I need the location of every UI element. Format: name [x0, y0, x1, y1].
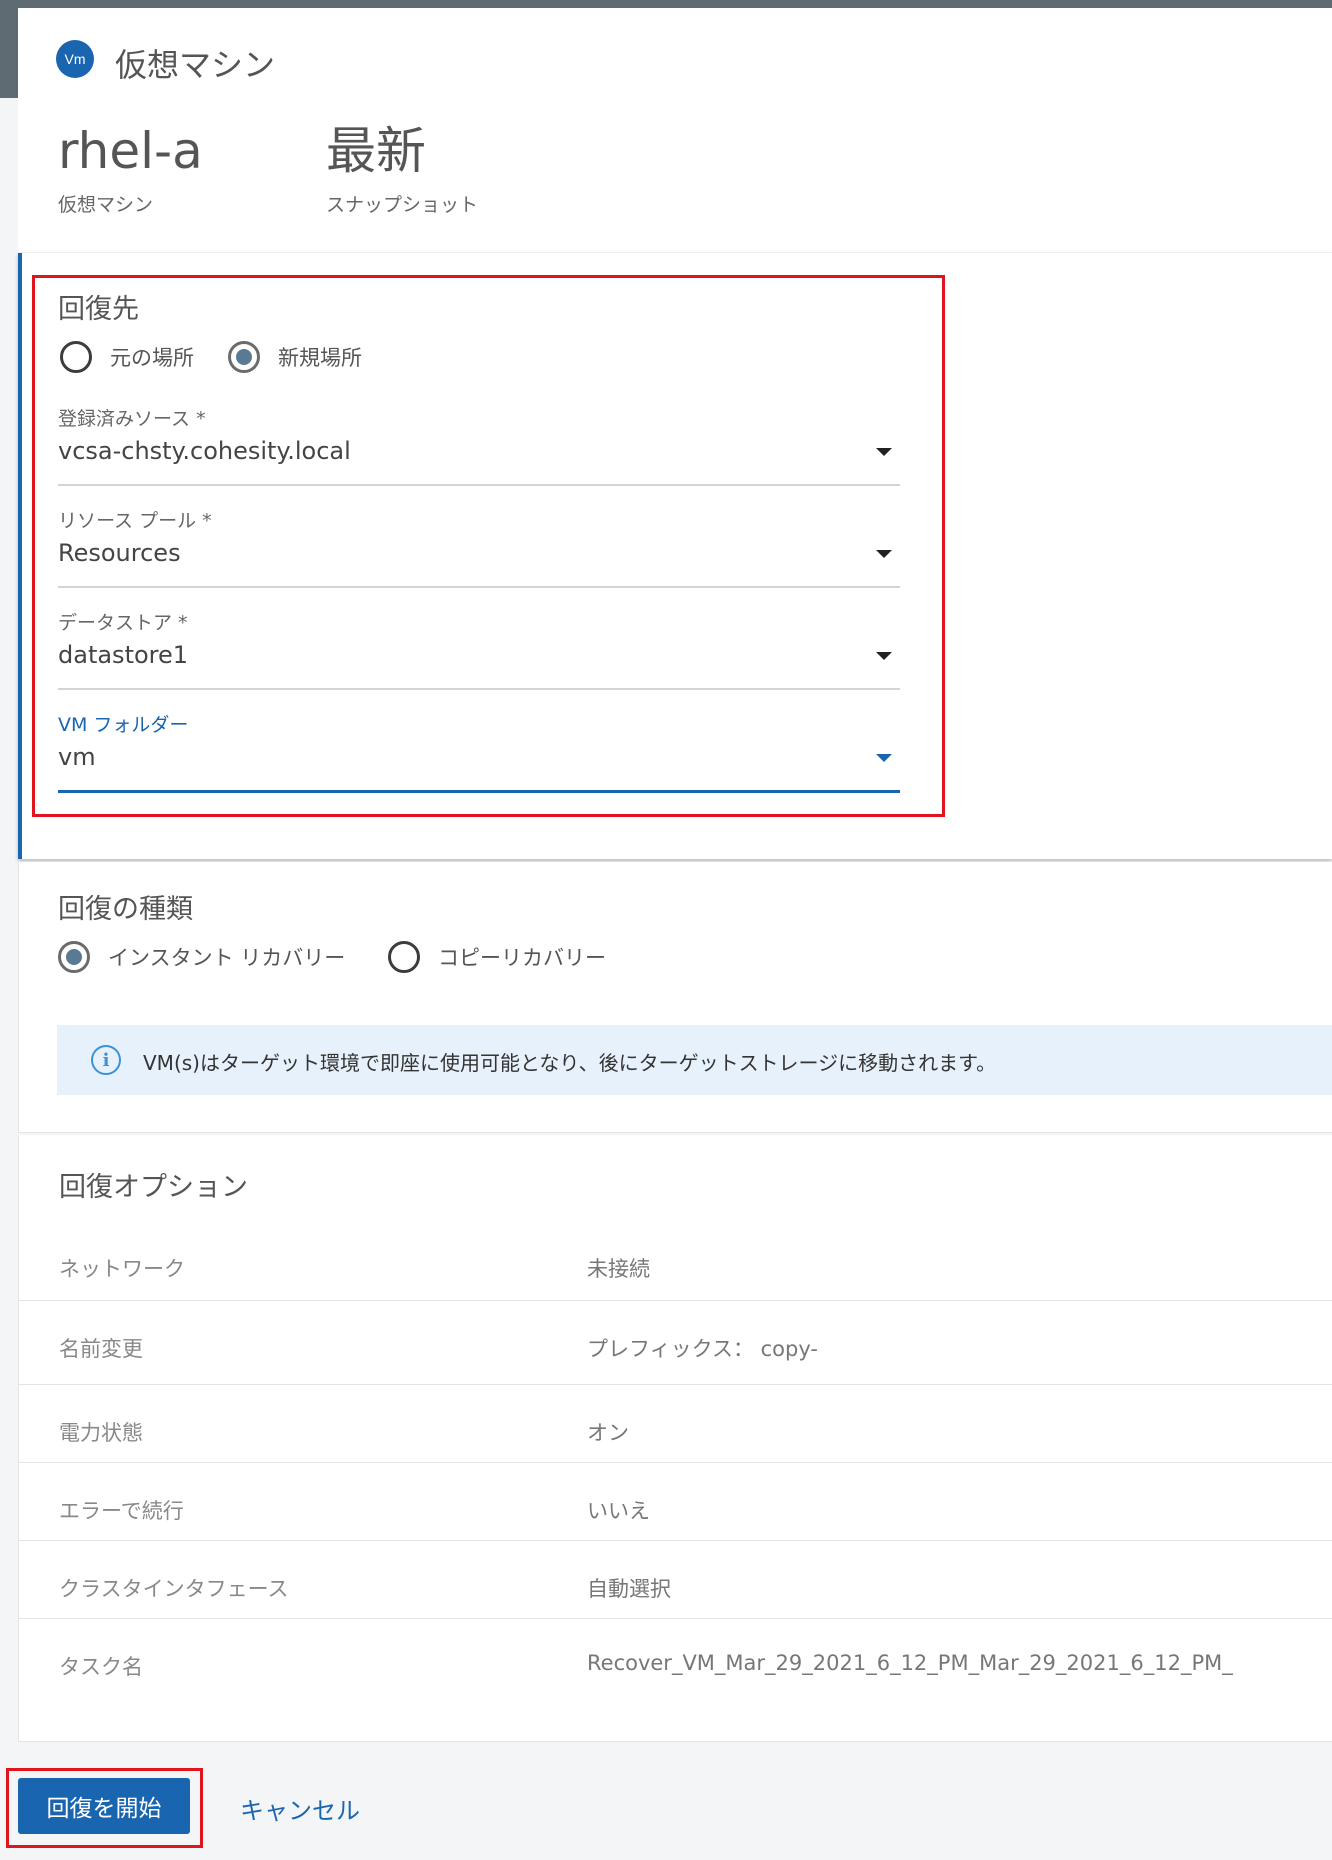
header-card: Vm 仮想マシン rhel-a 仮想マシン 最新 スナップショット	[18, 8, 1332, 252]
recovery-type-title: 回復の種類	[58, 894, 193, 925]
option-row-continue-on-error: エラーで続行 いいえ	[19, 1463, 1332, 1541]
info-banner: i VM(s)はターゲット環境で即座に使用可能となり、後にターゲットストレージに…	[57, 1025, 1332, 1095]
option-value: 自動選択	[587, 1577, 671, 1601]
start-button-highlight-box	[6, 1768, 203, 1848]
option-key: 電力状態	[59, 1421, 143, 1445]
option-row-network: ネットワーク 未接続	[19, 1215, 1332, 1301]
option-row-task-name: タスク名 Recover_VM_Mar_29_2021_6_12_PM_Mar_…	[19, 1619, 1332, 1709]
option-key: ネットワーク	[59, 1257, 185, 1281]
cancel-link[interactable]: キャンセル	[240, 1791, 360, 1826]
option-key: 名前変更	[59, 1337, 143, 1361]
vm-caption: 仮想マシン	[58, 194, 154, 216]
radio-circle-checked[interactable]	[58, 941, 90, 973]
vm-name: rhel-a	[58, 122, 203, 180]
option-key: クラスタインタフェース	[59, 1577, 289, 1601]
option-row-rename: 名前変更 プレフィックス： copy-	[19, 1301, 1332, 1385]
top-bar	[0, 0, 1332, 8]
option-row-power-state: 電力状態 オン	[19, 1385, 1332, 1463]
radio-instant-recovery[interactable]: インスタント リカバリー	[58, 941, 345, 973]
radio-instant-label: インスタント リカバリー	[108, 946, 346, 970]
radio-copy-recovery[interactable]: コピーリカバリー	[388, 941, 606, 973]
left-bar	[0, 0, 18, 98]
target-highlight-box	[32, 275, 945, 817]
option-value: プレフィックス： copy-	[587, 1337, 818, 1361]
recovery-options-card: 回復オプション ネットワーク 未接続 名前変更 プレフィックス： copy- 電…	[18, 1135, 1332, 1742]
radio-circle[interactable]	[388, 941, 420, 973]
snapshot-caption: スナップショット	[326, 194, 479, 216]
option-key: タスク名	[59, 1655, 143, 1679]
page-title: 仮想マシン	[115, 46, 276, 84]
option-value: Recover_VM_Mar_29_2021_6_12_PM_Mar_29_20…	[587, 1651, 1233, 1675]
radio-copy-label: コピーリカバリー	[438, 946, 606, 970]
vm-icon: Vm	[56, 40, 94, 78]
option-value: オン	[587, 1421, 629, 1445]
vm-stat: rhel-a 仮想マシン	[58, 126, 203, 217]
option-key: エラーで続行	[59, 1499, 184, 1523]
snapshot-stat: 最新 スナップショット	[326, 126, 478, 217]
recovery-options-title: 回復オプション	[59, 1172, 248, 1203]
snapshot-value: 最新	[326, 122, 426, 180]
info-text: VM(s)はターゲット環境で即座に使用可能となり、後にターゲットストレージに移動…	[143, 1051, 997, 1075]
option-value: いいえ	[587, 1499, 650, 1523]
option-row-cluster-interface: クラスタインタフェース 自動選択	[19, 1541, 1332, 1619]
info-icon: i	[91, 1045, 121, 1075]
option-value: 未接続	[587, 1257, 650, 1281]
